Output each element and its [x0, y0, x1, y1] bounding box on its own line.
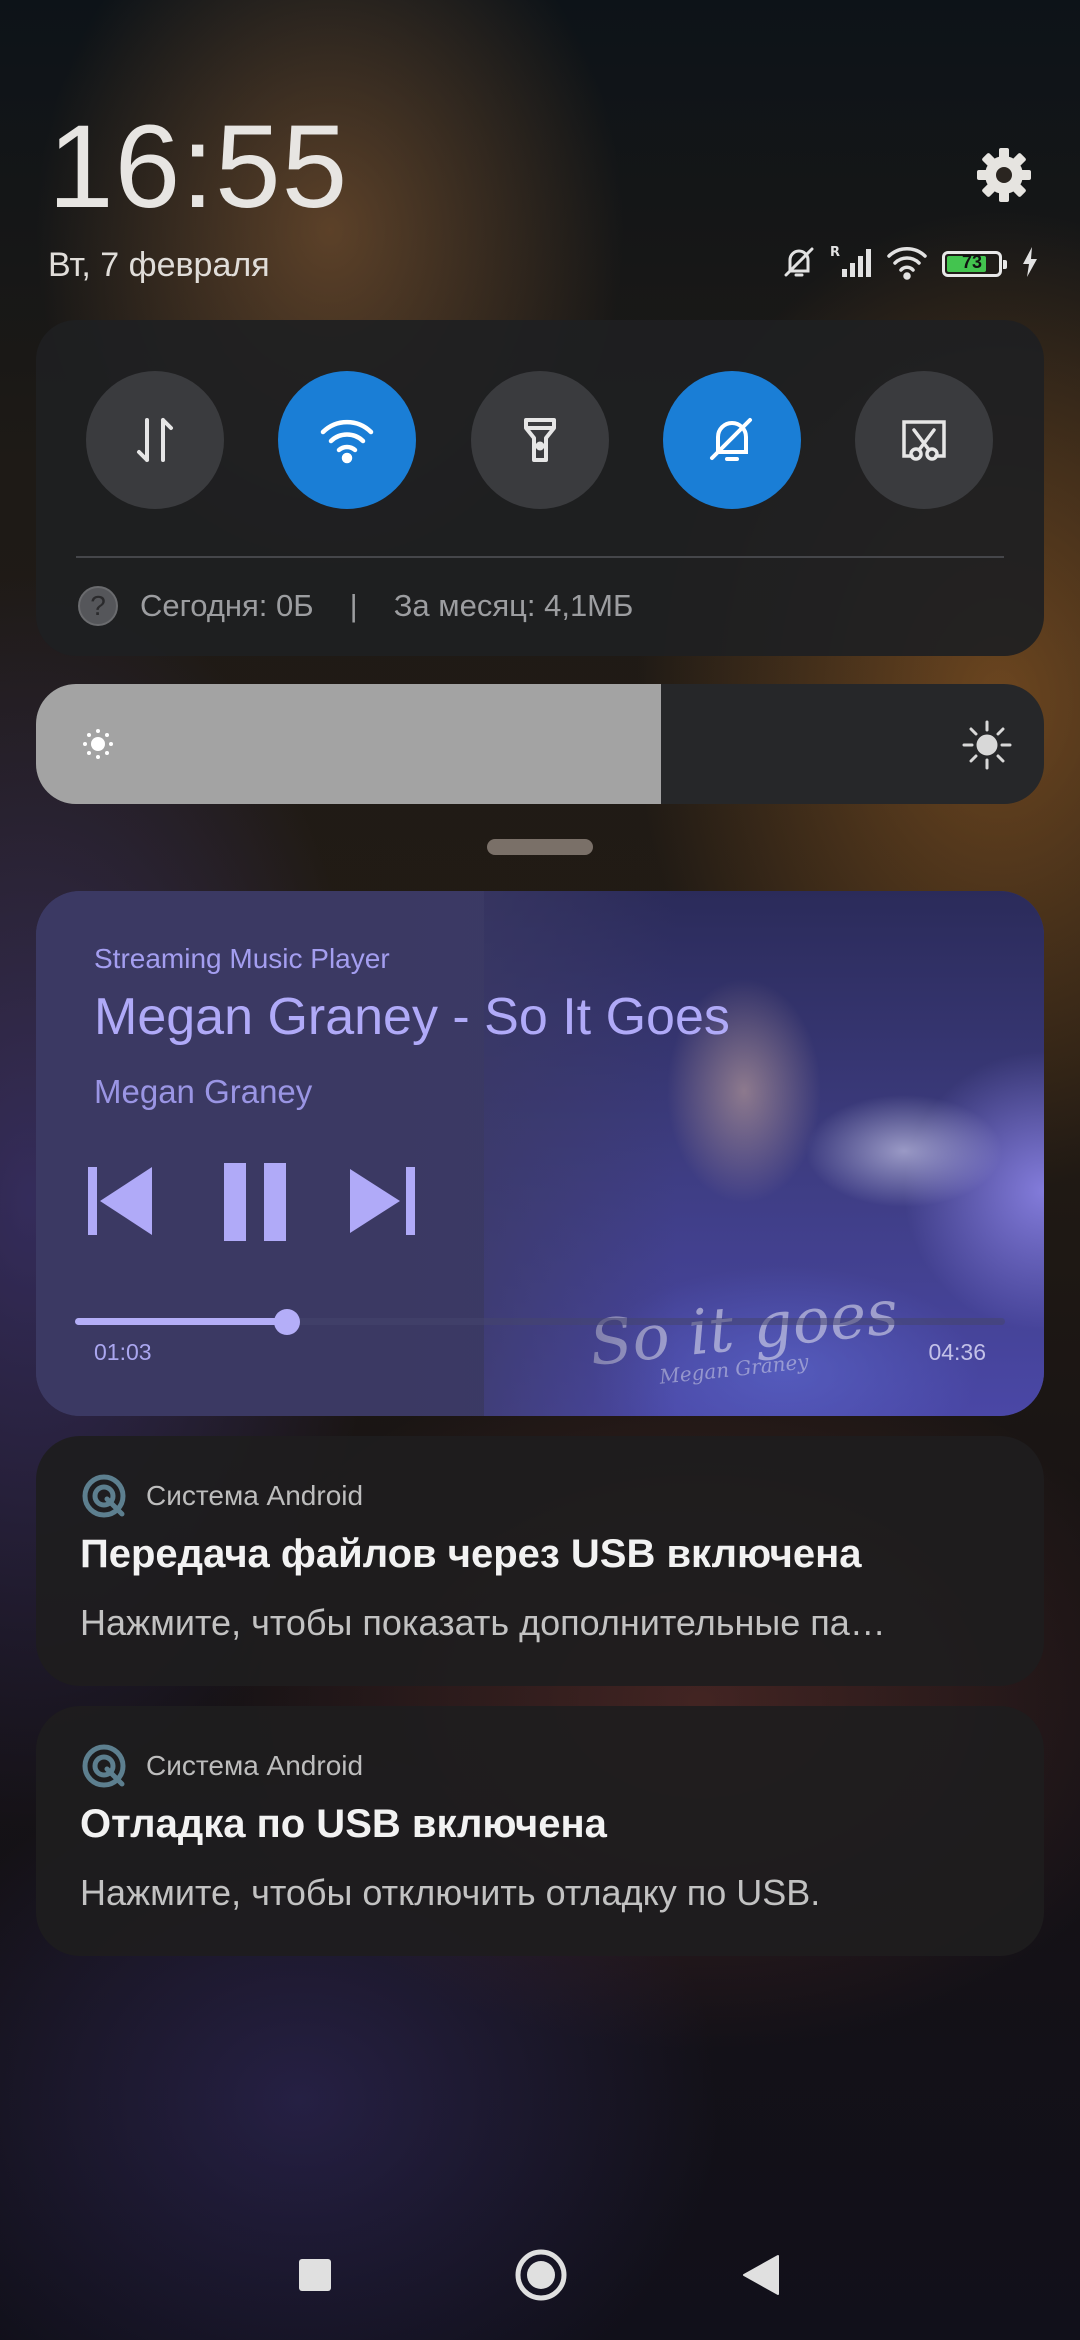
- svg-text:R: R: [830, 245, 840, 260]
- pause-icon: [224, 1163, 286, 1241]
- media-player-card[interactable]: So it goes Megan Graney Streaming Music …: [36, 891, 1044, 1416]
- cellular-signal-roaming-icon: R: [830, 243, 874, 286]
- notification-body: Нажмите, чтобы показать дополнительные п…: [80, 1602, 886, 1643]
- toggle-wifi[interactable]: [278, 371, 416, 509]
- quick-settings-panel: ? Сегодня: 0Б | За месяц: 4,1МБ: [36, 320, 1044, 656]
- data-usage-today: Сегодня: 0Б: [140, 588, 314, 623]
- home-button[interactable]: [514, 2248, 568, 2307]
- notification-body: Нажмите, чтобы отключить отладку по USB.: [80, 1872, 821, 1913]
- help-question-icon: ?: [78, 586, 118, 626]
- android-system-icon: [82, 1744, 126, 1788]
- next-track-button[interactable]: [346, 1161, 426, 1246]
- home-circle-icon: [515, 2249, 567, 2301]
- notification-usb-file-transfer[interactable]: Система Android Передача файлов через US…: [36, 1436, 1044, 1686]
- track-artist: Megan Graney: [94, 1073, 313, 1110]
- flashlight-icon: [524, 418, 556, 462]
- toggle-flashlight[interactable]: [471, 371, 609, 509]
- notification-app-name: Система Android: [146, 1750, 364, 1781]
- toggle-mobile-data[interactable]: [86, 371, 224, 509]
- total-duration: 04:36: [928, 1339, 986, 1365]
- recents-button[interactable]: [298, 2258, 332, 2297]
- clock: 16:55: [48, 101, 349, 233]
- toggle-screenshot[interactable]: [855, 371, 993, 509]
- data-usage-separator: |: [349, 588, 358, 623]
- notification-title: Передача файлов через USB включена: [80, 1532, 862, 1576]
- status-bar-icons: R 73: [780, 242, 1040, 286]
- battery-icon: 73: [942, 251, 1007, 277]
- back-triangle-icon: [743, 2255, 779, 2295]
- notification-title: Отладка по USB включена: [80, 1802, 607, 1846]
- previous-track-button[interactable]: [84, 1161, 164, 1246]
- skip-previous-icon: [88, 1167, 152, 1235]
- brightness-low-icon: [76, 722, 120, 771]
- playback-progress-bar[interactable]: [75, 1309, 1005, 1335]
- toggle-mute[interactable]: [663, 371, 801, 509]
- wifi-status-icon: [886, 243, 930, 286]
- back-button[interactable]: [742, 2254, 780, 2301]
- panel-drag-handle[interactable]: [487, 839, 593, 855]
- notification-header: Система Android: [80, 1742, 363, 1790]
- brightness-slider[interactable]: [36, 684, 1044, 804]
- recents-square-icon: [299, 2259, 331, 2291]
- quick-settings-divider: [76, 556, 1004, 558]
- settings-gear-icon[interactable]: [972, 143, 1036, 207]
- pause-button[interactable]: [218, 1161, 298, 1246]
- brightness-fill: [36, 684, 661, 804]
- data-transfer-icon: [137, 418, 173, 462]
- track-title: Megan Graney - So It Goes: [94, 988, 730, 1046]
- playback-progress-fill: [75, 1318, 288, 1325]
- notification-header: Система Android: [80, 1472, 363, 1520]
- wifi-icon: [320, 419, 374, 464]
- notification-app-name: Система Android: [146, 1480, 364, 1511]
- elapsed-time: 01:03: [94, 1339, 152, 1365]
- skip-next-icon: [350, 1167, 415, 1235]
- data-usage-row[interactable]: ? Сегодня: 0Б | За месяц: 4,1МБ: [78, 586, 633, 626]
- android-system-icon: [82, 1474, 126, 1518]
- notification-usb-debugging[interactable]: Система Android Отладка по USB включена …: [36, 1706, 1044, 1956]
- data-usage-month: За месяц: 4,1МБ: [393, 588, 634, 623]
- media-app-name: Streaming Music Player: [94, 943, 390, 974]
- bell-off-status-icon: [780, 243, 818, 286]
- screenshot-scissors-icon: [902, 420, 946, 461]
- charging-bolt-icon: [1020, 245, 1040, 284]
- date-label: Вт, 7 февраля: [48, 246, 270, 284]
- bell-off-icon: [710, 418, 752, 461]
- brightness-high-icon: [960, 718, 1014, 777]
- playback-progress-thumb[interactable]: [274, 1309, 301, 1335]
